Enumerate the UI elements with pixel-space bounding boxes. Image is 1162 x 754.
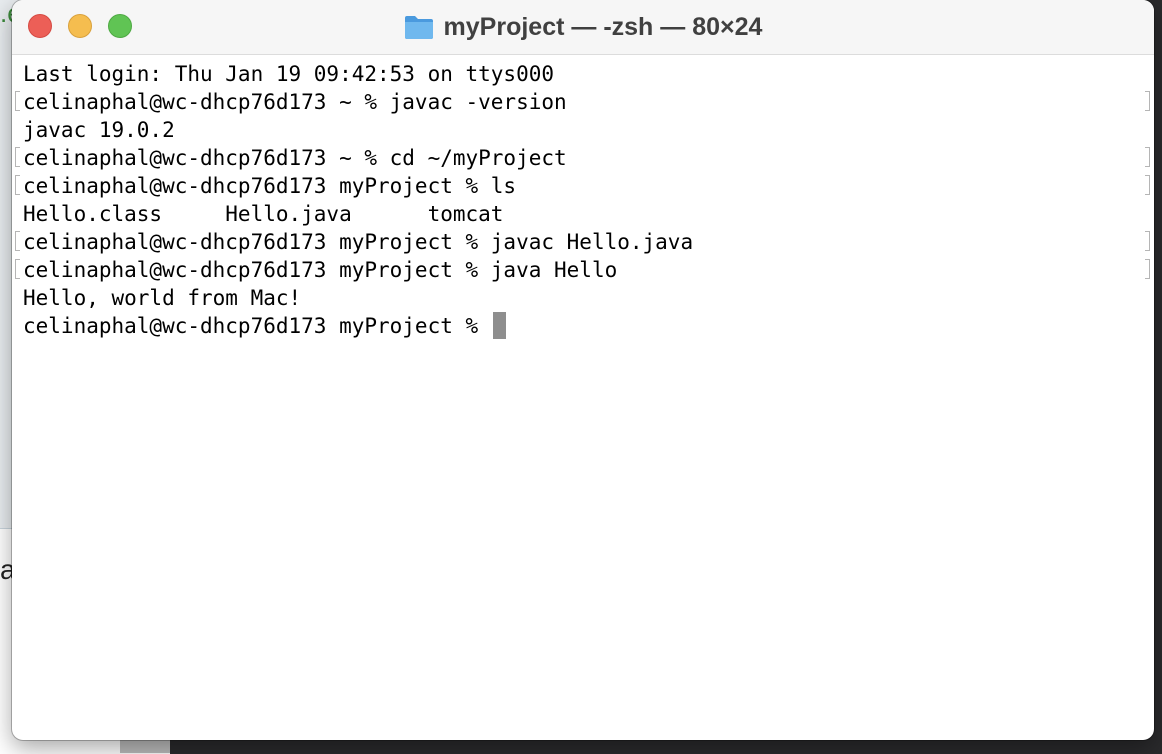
background-divider [120, 738, 170, 753]
window-title-group: myProject — -zsh — 80×24 [12, 0, 1154, 54]
terminal-prompt-line[interactable]: celinaphal@wc-dhcp76d173 myProject % [23, 312, 1154, 340]
terminal-line-text: celinaphal@wc-dhcp76d173 ~ % javac -vers… [23, 90, 567, 114]
terminal-command-line: celinaphal@wc-dhcp76d173 myProject % ls [15, 172, 1154, 200]
line-mark-left [15, 259, 20, 279]
terminal-line-text: javac 19.0.2 [23, 118, 175, 142]
window-title: myProject — -zsh — 80×24 [443, 12, 763, 41]
folder-icon [404, 16, 433, 39]
line-mark-right [1145, 175, 1150, 195]
line-mark-right [1145, 259, 1150, 279]
terminal-line-text: celinaphal@wc-dhcp76d173 myProject % jav… [23, 230, 694, 254]
terminal-output-line: javac 19.0.2 [23, 116, 1154, 144]
terminal-line-text: celinaphal@wc-dhcp76d173 ~ % cd ~/myProj… [23, 146, 567, 170]
title-bar[interactable]: myProject — -zsh — 80×24 [12, 0, 1154, 55]
line-mark-left [15, 231, 20, 251]
terminal-line-text: celinaphal@wc-dhcp76d173 myProject % jav… [23, 258, 618, 282]
terminal-window: myProject — -zsh — 80×24 Last login: Thu… [12, 0, 1154, 740]
line-mark-left [15, 147, 20, 167]
terminal-output-line: Hello.class Hello.java tomcat [23, 200, 1154, 228]
terminal-line-text: Hello, world from Mac! [23, 286, 302, 310]
terminal-output-line: Hello, world from Mac! [23, 284, 1154, 312]
terminal-command-line: celinaphal@wc-dhcp76d173 ~ % javac -vers… [15, 88, 1154, 116]
terminal-command-line: celinaphal@wc-dhcp76d173 myProject % jav… [15, 228, 1154, 256]
terminal-content[interactable]: Last login: Thu Jan 19 09:42:53 on ttys0… [12, 55, 1154, 340]
text-cursor [492, 312, 506, 339]
line-mark-right [1145, 91, 1150, 111]
line-mark-right [1145, 231, 1150, 251]
terminal-line-text: Hello.class Hello.java tomcat [23, 202, 504, 226]
terminal-command-line: celinaphal@wc-dhcp76d173 myProject % jav… [15, 256, 1154, 284]
line-mark-left [15, 91, 20, 111]
terminal-output-line: Last login: Thu Jan 19 09:42:53 on ttys0… [23, 60, 1154, 88]
terminal-command-line: celinaphal@wc-dhcp76d173 ~ % cd ~/myProj… [15, 144, 1154, 172]
prompt-text: celinaphal@wc-dhcp76d173 myProject % [23, 314, 491, 338]
terminal-line-text: Last login: Thu Jan 19 09:42:53 on ttys0… [23, 62, 555, 86]
line-mark-right [1145, 147, 1150, 167]
line-mark-left [15, 175, 20, 195]
terminal-line-text: celinaphal@wc-dhcp76d173 myProject % ls [23, 174, 517, 198]
